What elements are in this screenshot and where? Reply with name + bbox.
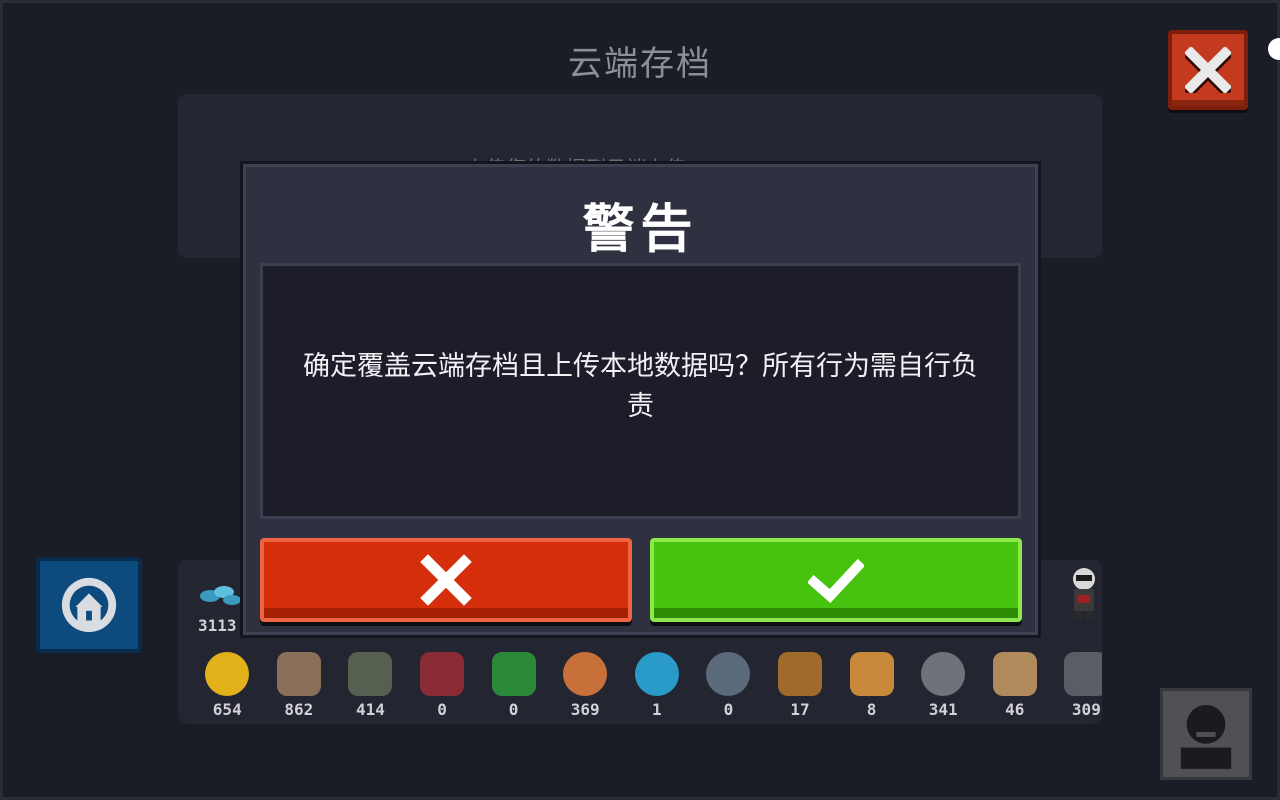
item-slot: 414	[337, 652, 404, 719]
item-slot: 46	[982, 652, 1049, 719]
item-slot: 369	[552, 652, 619, 719]
painting-icon	[992, 652, 1037, 696]
dialog-title: 警告	[582, 200, 699, 260]
profile-button[interactable]	[36, 557, 142, 653]
item-slot: 17	[767, 652, 834, 719]
shell-icon	[849, 652, 894, 696]
item-slot: 654	[194, 652, 261, 719]
item-count: 0	[508, 700, 519, 719]
item-slot: 341	[910, 652, 977, 719]
hero-portrait-icon	[1073, 568, 1095, 619]
item-count: 0	[723, 700, 734, 719]
item-slot: 0	[695, 652, 762, 719]
hammer-icon	[778, 652, 822, 696]
tower-emblem-icon	[61, 577, 117, 633]
gems-count: 3113	[198, 616, 237, 635]
gear-icon	[921, 652, 966, 696]
item-slot: 8	[838, 652, 905, 719]
item-count: 369	[570, 700, 600, 719]
close-button[interactable]	[1168, 30, 1248, 110]
item-count: 341	[928, 700, 958, 719]
ore-icon	[1064, 652, 1102, 696]
character-button[interactable]	[1160, 688, 1252, 780]
blue-orb-icon	[634, 652, 679, 696]
dialog-message: 确定覆盖云端存档且上传本地数据吗？所有行为需自行负责	[303, 351, 978, 422]
item-slot: 1	[624, 652, 691, 719]
silhouette-icon	[1180, 704, 1232, 769]
check-icon	[808, 558, 864, 603]
item-count: 862	[284, 700, 314, 719]
battery-icon	[348, 652, 393, 696]
cancel-button[interactable]	[260, 538, 632, 622]
hero-portrait[interactable]	[1066, 565, 1102, 633]
meat-icon	[563, 652, 608, 696]
item-count: 8	[866, 700, 877, 719]
page-title: 云端存档	[568, 44, 712, 84]
item-count: 0	[437, 700, 447, 719]
item-count: 414	[355, 700, 385, 719]
gems-icon	[200, 586, 241, 605]
wood-icon	[276, 652, 321, 696]
cross-icon	[420, 554, 472, 606]
dialog-body: 确定覆盖云端存档且上传本地数据吗？所有行为需自行负责	[260, 263, 1021, 519]
close-icon	[1185, 47, 1231, 93]
item-slot: 309	[1053, 652, 1102, 719]
item-count: 17	[790, 700, 810, 719]
warning-dialog: 警告 确定覆盖云端存档且上传本地数据吗？所有行为需自行负责	[243, 164, 1038, 635]
gold-coin-icon	[205, 652, 250, 696]
gems-resource: 3113	[198, 578, 242, 635]
item-inventory-row: 654 862 414 0 0 369 1 0 17 8 341 46 309 …	[194, 652, 1102, 724]
fish-icon	[706, 652, 751, 696]
wings-icon	[420, 652, 465, 696]
item-slot: 0	[409, 652, 476, 719]
item-count: 46	[1005, 700, 1025, 719]
item-count: 309	[1071, 700, 1101, 719]
green-book-icon	[491, 652, 536, 696]
item-count: 1	[651, 700, 662, 719]
item-slot: 0	[480, 652, 547, 719]
confirm-button[interactable]	[650, 538, 1022, 622]
item-count: 654	[212, 700, 242, 719]
item-slot: 862	[266, 652, 333, 719]
